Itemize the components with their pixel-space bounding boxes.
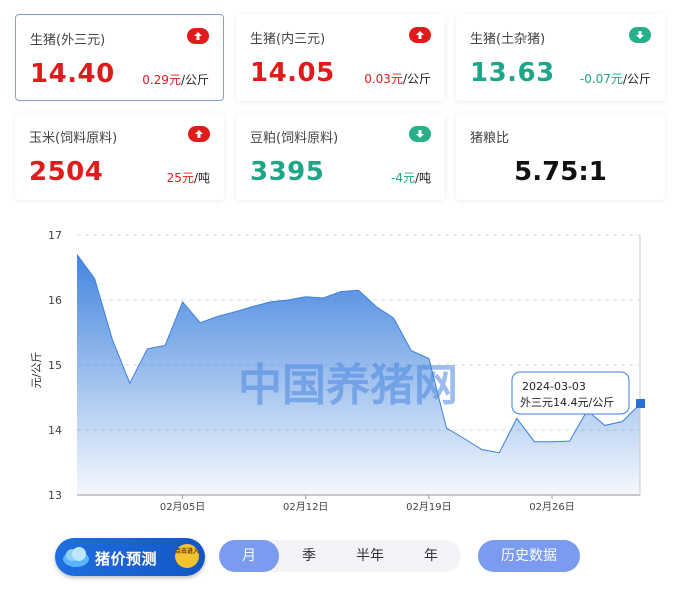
enter-badge: 点击进入 [175,544,199,568]
tab-half-year[interactable]: 半年 [339,540,401,572]
card-pig-grain-ratio[interactable]: 猪粮比 5.75:1 [456,113,665,200]
card-pig-outer[interactable]: 生猪(外三元) 14.40 0.29元/公斤 [15,14,224,101]
period-tabs: 月 季 半年 年 [219,540,461,572]
history-data-button[interactable]: 历史数据 [478,540,580,572]
card-price: 2504 [29,157,104,187]
card-change: -4元/吨 [390,171,431,185]
ratio-value: 5.75:1 [514,157,607,187]
card-pig-local[interactable]: 生猪(土杂猪) 13.63 -0.07元/公斤 [456,14,665,101]
tab-year[interactable]: 年 [401,540,461,572]
card-price: 14.40 [30,59,115,89]
y-tick-label: 13 [48,489,62,502]
card-price: 3395 [250,157,325,187]
x-tick-label: 02月12日 [283,501,328,513]
hover-marker [636,399,645,408]
watermark: 中国养猪网 [238,361,458,410]
card-name: 玉米(饲料原料) [29,131,118,146]
x-tick-label: 02月26日 [529,501,574,513]
card-name: 生猪(外三元) [30,33,106,48]
y-axis-ticks: 13 14 15 16 17 [48,229,62,502]
card-change: 0.29元/公斤 [142,73,209,87]
card-name: 生猪(内三元) [250,32,326,47]
forecast-label: 猪价预测 [95,550,158,568]
y-tick-label: 14 [48,424,62,437]
down-arrow-icon [409,126,431,142]
tab-quarter[interactable]: 季 [279,540,339,572]
card-name: 豆粕(饲料原料) [250,131,339,146]
card-change: 0.03元/公斤 [364,72,431,86]
tooltip: 2024-03-03 外三元14.4元/公斤 [511,371,630,415]
card-price: 13.63 [470,58,555,88]
price-chart[interactable]: 中国养猪网 13 14 15 16 17 02月05日 02月12日 02月19日 02月26… [0,222,684,522]
cloud-icon [63,547,89,567]
y-tick-label: 15 [48,359,62,372]
up-arrow-icon [188,126,210,142]
tooltip-value: 外三元14.4元/公斤 [520,396,614,409]
card-change: -0.07元/公斤 [579,72,651,86]
y-axis-label: 元/公斤 [30,352,43,389]
down-arrow-icon [629,27,651,43]
card-change: 25元/吨 [166,171,210,185]
up-arrow-icon [187,28,209,44]
up-arrow-icon [409,27,431,43]
x-axis-ticks: 02月05日 02月12日 02月19日 02月26日 [160,495,575,513]
card-name: 猪粮比 [470,131,510,146]
y-tick-label: 17 [48,229,62,242]
card-name: 生猪(土杂猪) [470,32,546,47]
y-tick-label: 16 [48,294,62,307]
card-pig-inner[interactable]: 生猪(内三元) 14.05 0.03元/公斤 [236,14,445,101]
tab-month[interactable]: 月 [219,540,279,572]
card-corn[interactable]: 玉米(饲料原料) 2504 25元/吨 [15,113,224,200]
card-price: 14.05 [250,58,335,88]
tooltip-date: 2024-03-03 [522,380,586,393]
pig-price-forecast-button[interactable]: 猪价预测 点击进入 [55,538,205,576]
x-tick-label: 02月05日 [160,501,205,513]
card-soymeal[interactable]: 豆粕(饲料原料) 3395 -4元/吨 [236,113,445,200]
x-tick-label: 02月19日 [406,501,451,513]
